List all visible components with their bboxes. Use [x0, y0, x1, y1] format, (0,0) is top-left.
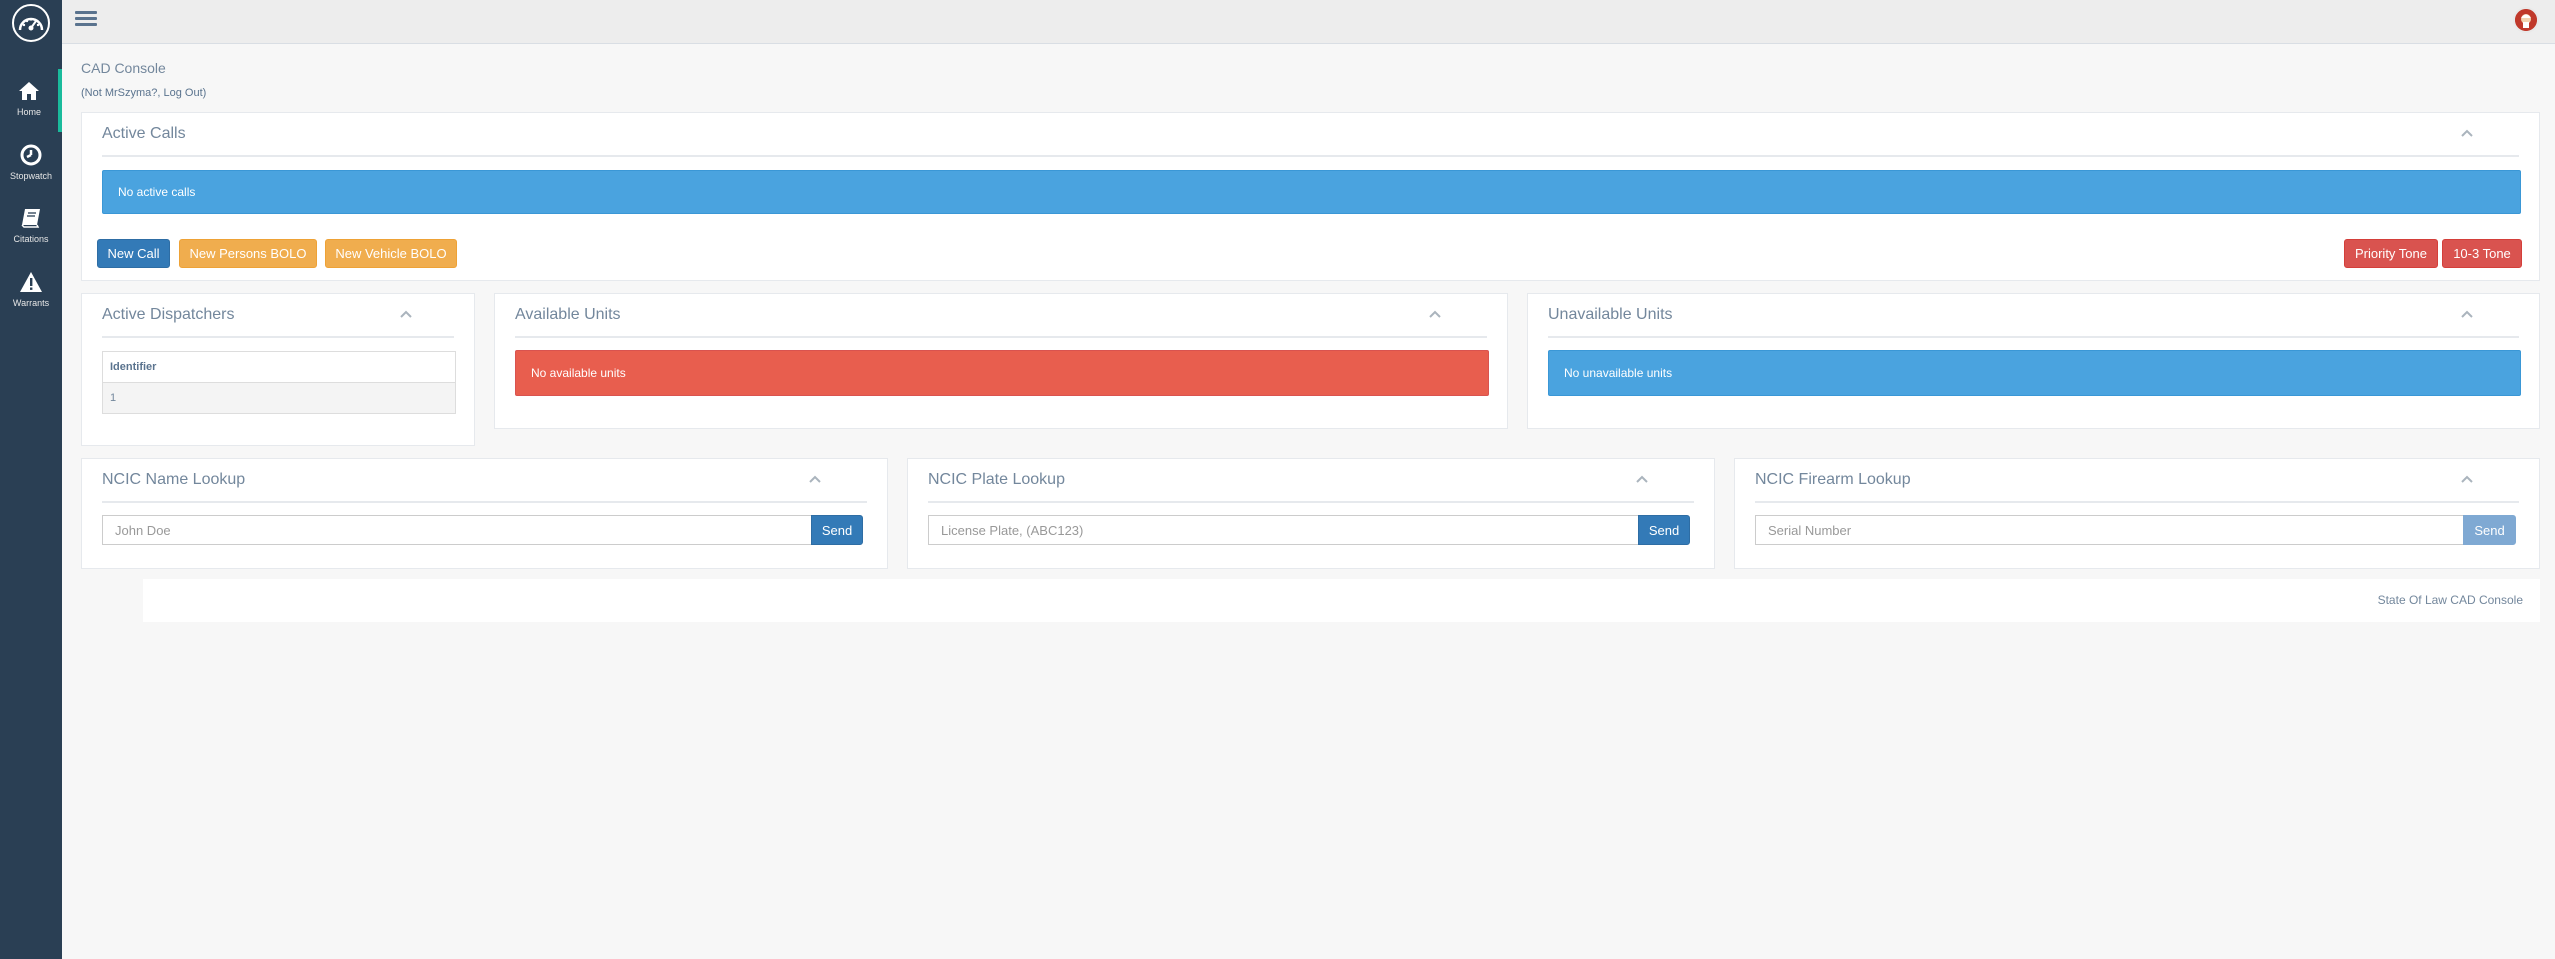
- firearm-search-input[interactable]: [1755, 515, 2463, 545]
- top-navbar: [62, 0, 2555, 44]
- page-title: CAD Console: [81, 60, 166, 76]
- dispatchers-table: Identifier 1: [102, 351, 456, 414]
- available-units-panel: Available Units No available units: [494, 293, 1508, 429]
- panel-title: Active Dispatchers: [102, 306, 235, 323]
- logout-link[interactable]: Log Out: [164, 87, 203, 99]
- panel-title: NCIC Firearm Lookup: [1755, 471, 1911, 488]
- sidebar-item-warrants[interactable]: Warrants: [0, 263, 62, 323]
- chevron-up-icon[interactable]: [2459, 472, 2475, 486]
- logout-prefix: (Not MrSzyma?,: [81, 87, 164, 99]
- footer-text: State Of Law CAD Console: [2377, 593, 2523, 607]
- divider: [102, 336, 454, 338]
- user-avatar[interactable]: [2513, 7, 2539, 33]
- sidebar-item-stopwatch[interactable]: Stopwatch: [0, 136, 62, 196]
- plate-search-input[interactable]: [928, 515, 1638, 545]
- panel-title: NCIC Name Lookup: [102, 471, 246, 488]
- chevron-up-icon[interactable]: [1634, 472, 1650, 486]
- firearm-send-button[interactable]: Send: [2463, 515, 2516, 545]
- plate-send-button[interactable]: Send: [1638, 515, 1690, 545]
- divider: [102, 501, 867, 503]
- table-cell: 1: [102, 382, 456, 414]
- chevron-up-icon[interactable]: [1427, 307, 1443, 321]
- sidebar-item-label: Warrants: [12, 298, 50, 308]
- sidebar-item-label: Stopwatch: [9, 171, 53, 181]
- sidebar-item-citations[interactable]: Citations: [0, 199, 62, 259]
- active-dispatchers-panel: Active Dispatchers Identifier 1: [81, 293, 475, 446]
- chevron-up-icon[interactable]: [807, 472, 823, 486]
- name-search-input[interactable]: [102, 515, 811, 545]
- chevron-up-icon[interactable]: [2459, 307, 2475, 321]
- footer: State Of Law CAD Console: [143, 579, 2540, 622]
- ncic-plate-lookup-panel: NCIC Plate Lookup Send: [907, 458, 1715, 569]
- book-icon: [20, 205, 42, 231]
- dashboard-logo-icon[interactable]: [12, 4, 50, 42]
- new-vehicle-bolo-button[interactable]: New Vehicle BOLO: [325, 239, 457, 268]
- ten-three-tone-button[interactable]: 10-3 Tone: [2442, 239, 2522, 268]
- logout-line: (Not MrSzyma?, Log Out): [81, 87, 206, 99]
- unavailable-units-panel: Unavailable Units No unavailable units: [1527, 293, 2540, 429]
- divider: [928, 501, 1694, 503]
- ncic-name-lookup-panel: NCIC Name Lookup Send: [81, 458, 888, 569]
- active-indicator: [58, 69, 62, 127]
- new-call-button[interactable]: New Call: [97, 239, 170, 268]
- chevron-up-icon[interactable]: [398, 307, 414, 321]
- panel-title: Available Units: [515, 306, 621, 323]
- sidebar: Home Stopwatch Citations Warrants: [0, 0, 62, 959]
- chevron-up-icon[interactable]: [2459, 126, 2475, 140]
- divider: [515, 336, 1487, 338]
- no-unavailable-units-alert: No unavailable units: [1548, 350, 2521, 396]
- name-send-button[interactable]: Send: [811, 515, 863, 545]
- logout-suffix: ): [202, 87, 207, 99]
- table-header-identifier: Identifier: [102, 351, 456, 383]
- table-row: 1: [102, 382, 456, 414]
- warning-icon: [19, 269, 43, 295]
- sidebar-item-label: Home: [16, 107, 41, 117]
- active-calls-panel: Active Calls No active calls New Call Ne…: [81, 112, 2540, 281]
- new-persons-bolo-button[interactable]: New Persons BOLO: [179, 239, 317, 268]
- panel-title: Active Calls: [102, 125, 186, 142]
- panel-title: Unavailable Units: [1548, 306, 1673, 323]
- stopwatch-icon: [20, 142, 42, 168]
- home-icon: [18, 78, 40, 104]
- divider: [102, 155, 2519, 157]
- divider: [1548, 336, 2519, 338]
- no-available-units-alert: No available units: [515, 350, 1489, 396]
- priority-tone-button[interactable]: Priority Tone: [2344, 239, 2438, 268]
- ncic-firearm-lookup-panel: NCIC Firearm Lookup Send: [1734, 458, 2540, 569]
- sidebar-item-home[interactable]: Home: [0, 72, 62, 132]
- panel-title: NCIC Plate Lookup: [928, 471, 1065, 488]
- menu-toggle-icon[interactable]: [75, 8, 97, 30]
- no-active-calls-alert: No active calls: [102, 170, 2521, 214]
- sidebar-item-label: Citations: [13, 234, 49, 244]
- divider: [1755, 501, 2519, 503]
